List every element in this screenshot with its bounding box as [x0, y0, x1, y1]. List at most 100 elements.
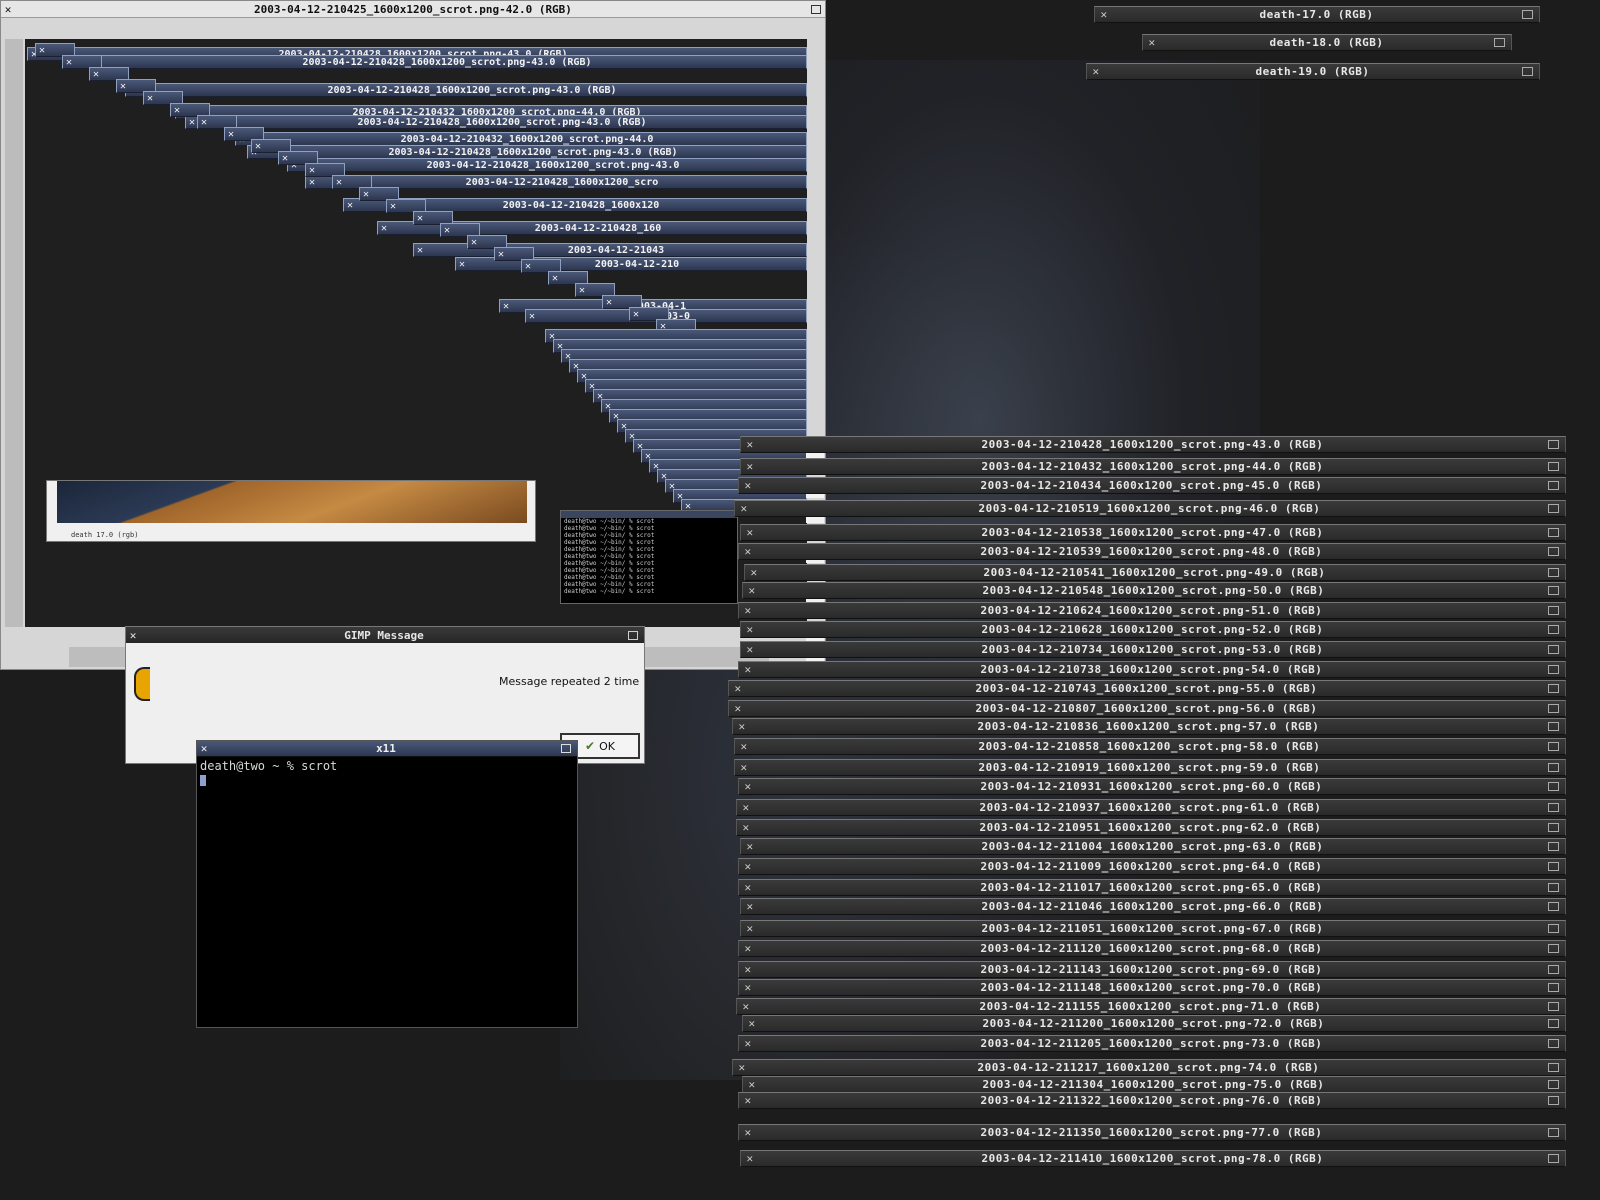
scrot-window-titlebar[interactable]: ✕ 2003-04-12-210428_1600x1200_scrot.png-4…	[740, 436, 1566, 453]
close-icon[interactable]: ✕	[739, 801, 753, 815]
close-icon[interactable]: ✕	[741, 942, 755, 956]
maximize-icon[interactable]	[1548, 902, 1559, 911]
close-icon[interactable]: ✕	[743, 1152, 757, 1166]
maximize-icon[interactable]	[1548, 1154, 1559, 1163]
maximize-icon[interactable]	[1548, 625, 1559, 634]
small-terminal-titlebar[interactable]	[561, 511, 737, 518]
close-icon[interactable]: ✕	[741, 663, 755, 677]
close-icon[interactable]: ✕	[735, 1061, 749, 1075]
scrot-window-titlebar[interactable]: ✕ 2003-04-12-210434_1600x1200_scrot.png-4…	[738, 477, 1566, 494]
maximize-icon[interactable]	[561, 744, 571, 753]
scrot-window-titlebar[interactable]: ✕ 2003-04-12-211350_1600x1200_scrot.png-7…	[738, 1124, 1566, 1141]
maximize-icon[interactable]	[1548, 684, 1559, 693]
maximize-icon[interactable]	[1548, 983, 1559, 992]
scrot-window-titlebar[interactable]: ✕ 2003-04-12-211046_1600x1200_scrot.png-6…	[740, 898, 1566, 915]
close-icon[interactable]: ✕	[741, 881, 755, 895]
scrot-window-titlebar[interactable]: ✕ 2003-04-12-211217_1600x1200_scrot.png-7…	[732, 1059, 1566, 1076]
maximize-icon[interactable]	[1522, 67, 1533, 76]
maximize-icon[interactable]	[1548, 568, 1559, 577]
scrot-window-titlebar[interactable]: ✕ 2003-04-12-210539_1600x1200_scrot.png-4…	[738, 543, 1566, 560]
maximize-icon[interactable]	[1548, 504, 1559, 513]
close-icon[interactable]: ✕	[741, 963, 755, 977]
scrot-window-titlebar[interactable]: ✕ 2003-04-12-211200_1600x1200_scrot.png-7…	[742, 1015, 1566, 1032]
close-icon[interactable]: ✕	[741, 1037, 755, 1051]
close-icon[interactable]: ✕	[90, 69, 102, 80]
close-icon[interactable]: ✕	[745, 584, 759, 598]
scrot-window-titlebar[interactable]: ✕ 2003-04-12-210858_1600x1200_scrot.png-5…	[734, 738, 1566, 755]
scrot-window-titlebar[interactable]: ✕ 2003-04-12-211051_1600x1200_scrot.png-6…	[740, 920, 1566, 937]
close-icon[interactable]: ✕	[378, 223, 390, 234]
maximize-icon[interactable]	[1548, 883, 1559, 892]
close-icon[interactable]: ✕	[468, 237, 480, 248]
close-icon[interactable]: ✕	[171, 105, 183, 116]
maximize-icon[interactable]	[1522, 10, 1533, 19]
maximize-icon[interactable]	[628, 630, 638, 640]
close-icon[interactable]: ✕	[741, 860, 755, 874]
scrot-window-titlebar[interactable]: ✕ 2003-04-12-211205_1600x1200_scrot.png-7…	[738, 1035, 1566, 1052]
maximize-icon[interactable]	[1548, 528, 1559, 537]
terminal-prompt[interactable]: death@two ~ % scrot	[197, 757, 577, 775]
close-icon[interactable]: ✕	[741, 479, 755, 493]
scrot-window-titlebar[interactable]: ✕ 2003-04-12-211004_1600x1200_scrot.png-6…	[740, 838, 1566, 855]
maximize-icon[interactable]	[1548, 1063, 1559, 1072]
gimp-window-titlebar[interactable]: ✕ 2003-04-12-210425_1600x1200_scrot.png-…	[1, 1, 825, 18]
cascade-window-titlebar[interactable]: ✕2003-04-12-210428_1600x1200_scrot.png-4…	[287, 158, 807, 172]
close-icon[interactable]: ✕	[1089, 65, 1103, 79]
close-icon[interactable]: ✕	[306, 177, 318, 188]
close-icon[interactable]: ✕	[279, 153, 291, 164]
close-icon[interactable]: ✕	[197, 742, 211, 755]
scrot-window-titlebar[interactable]: ✕ 2003-04-12-211009_1600x1200_scrot.png-6…	[738, 858, 1566, 875]
close-icon[interactable]: ✕	[225, 129, 237, 140]
maximize-icon[interactable]	[1548, 665, 1559, 674]
maximize-icon[interactable]	[1548, 1002, 1559, 1011]
scrot-window-titlebar[interactable]: ✕ 2003-04-12-210628_1600x1200_scrot.png-5…	[740, 621, 1566, 638]
scrot-window-titlebar[interactable]: ✕ 2003-04-12-211120_1600x1200_scrot.png-6…	[738, 940, 1566, 957]
nested-image-window[interactable]: death 17.0 (rgb)	[46, 480, 536, 542]
maximize-icon[interactable]	[1548, 722, 1559, 731]
close-icon[interactable]: ✕	[526, 311, 538, 322]
close-icon[interactable]: ✕	[387, 201, 399, 212]
maximize-icon[interactable]	[1548, 547, 1559, 556]
close-icon[interactable]: ✕	[741, 545, 755, 559]
maximize-icon[interactable]	[1548, 1096, 1559, 1105]
gimp-message-titlebar[interactable]: ✕ GIMP Message	[126, 627, 644, 643]
close-icon[interactable]: ✕	[117, 81, 129, 92]
scrot-window-titlebar[interactable]: ✕ 2003-04-12-210541_1600x1200_scrot.png-4…	[744, 564, 1566, 581]
cascade-window-titlebar[interactable]: ✕2003-04-12-210428_1600x1200_scrot.png-4…	[125, 83, 807, 97]
close-icon[interactable]: ✕	[144, 93, 156, 104]
maximize-icon[interactable]	[1548, 586, 1559, 595]
scrot-window-titlebar[interactable]: ✕ 2003-04-12-210734_1600x1200_scrot.png-5…	[740, 641, 1566, 658]
close-icon[interactable]: ✕	[252, 141, 264, 152]
maximize-icon[interactable]	[1548, 704, 1559, 713]
close-icon[interactable]: ✕	[576, 285, 588, 296]
close-icon[interactable]: ✕	[741, 780, 755, 794]
close-icon[interactable]: ✕	[456, 259, 468, 270]
cascade-window-titlebar[interactable]: ✕2003-04-12-210428_1600x1200_scrot.png-4…	[75, 55, 807, 69]
close-icon[interactable]: ✕	[731, 682, 745, 696]
close-icon[interactable]: ✕	[737, 740, 751, 754]
scrot-window-titlebar[interactable]: ✕ 2003-04-12-210538_1600x1200_scrot.png-4…	[740, 524, 1566, 541]
scrot-window-titlebar[interactable]: ✕ 2003-04-12-210931_1600x1200_scrot.png-6…	[738, 778, 1566, 795]
close-icon[interactable]: ✕	[731, 702, 745, 716]
death-window-titlebar[interactable]: ✕ death-18.0 (RGB)	[1142, 34, 1512, 51]
close-icon[interactable]: ✕	[1145, 36, 1159, 50]
maximize-icon[interactable]	[1548, 1080, 1559, 1089]
scrot-window-titlebar[interactable]: ✕ 2003-04-12-211148_1600x1200_scrot.png-7…	[738, 979, 1566, 996]
close-icon[interactable]: ✕	[743, 438, 757, 452]
close-icon[interactable]: ✕	[743, 922, 757, 936]
close-icon[interactable]: ✕	[743, 643, 757, 657]
scrot-window-titlebar[interactable]: ✕ 2003-04-12-210548_1600x1200_scrot.png-5…	[742, 582, 1566, 599]
scrot-window-titlebar[interactable]: ✕ 2003-04-12-211322_1600x1200_scrot.png-7…	[738, 1092, 1566, 1109]
scrot-window-titlebar[interactable]: ✕ 2003-04-12-211155_1600x1200_scrot.png-7…	[736, 998, 1566, 1015]
cascade-window-titlebar[interactable]: ✕2003-04-12-210428_1600x1200_scrot.png-4…	[185, 115, 807, 129]
death-window-titlebar[interactable]: ✕ death-19.0 (RGB)	[1086, 63, 1540, 80]
close-icon[interactable]: ✕	[344, 200, 356, 211]
maximize-icon[interactable]	[1548, 645, 1559, 654]
close-icon[interactable]: ✕	[739, 821, 753, 835]
maximize-icon[interactable]	[1548, 1039, 1559, 1048]
maximize-icon[interactable]	[1548, 462, 1559, 471]
scrot-window-titlebar[interactable]: ✕ 2003-04-12-210743_1600x1200_scrot.png-5…	[728, 680, 1566, 697]
close-icon[interactable]: ✕	[1, 3, 15, 16]
maximize-icon[interactable]	[1548, 763, 1559, 772]
scrot-window-titlebar[interactable]: ✕ 2003-04-12-210519_1600x1200_scrot.png-4…	[734, 500, 1566, 517]
